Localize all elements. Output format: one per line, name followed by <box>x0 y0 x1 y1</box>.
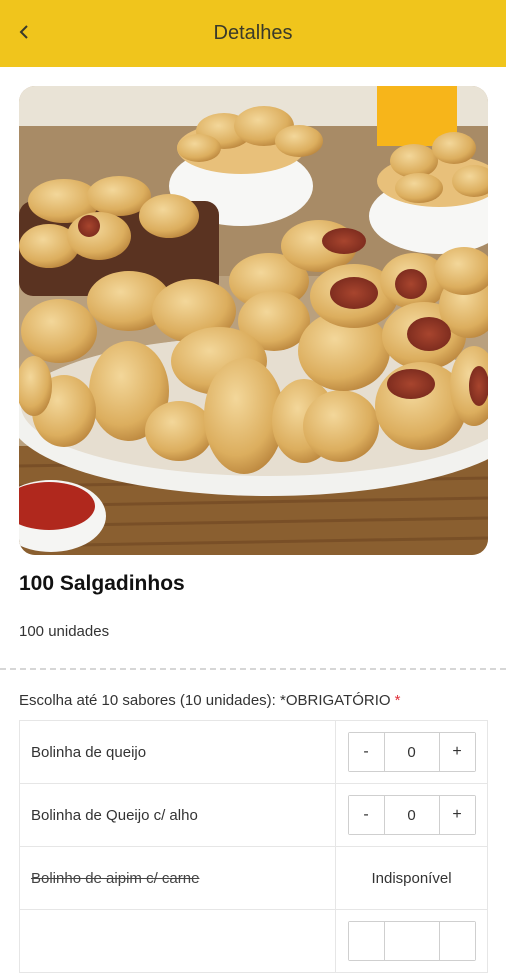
flavor-option-control: - 0 + <box>336 784 487 846</box>
flavor-option-name <box>20 910 336 972</box>
product-title: 100 Salgadinhos <box>19 572 185 595</box>
flavor-options-table: Bolinha de queijo - 0 + Bolinha de Queij… <box>19 720 488 973</box>
increment-button[interactable]: + <box>439 733 475 771</box>
increment-button[interactable]: + <box>439 796 475 834</box>
quantity-stepper <box>347 921 476 961</box>
decrement-button[interactable] <box>348 922 384 960</box>
quantity-value[interactable]: 0 <box>383 796 440 834</box>
unavailable-status: Indisponível <box>371 869 452 887</box>
decrement-button[interactable]: - <box>348 796 384 834</box>
quantity-value[interactable] <box>383 922 440 960</box>
required-indicator: * <box>394 692 401 709</box>
back-button[interactable] <box>10 18 38 50</box>
flavor-option-row <box>19 910 488 973</box>
flavors-section-label: Escolha até 10 sabores (10 unidades): *O… <box>19 692 400 709</box>
flavor-option-row: Bolinha de Queijo c/ alho - 0 + <box>19 784 488 847</box>
flavor-option-name: Bolinha de queijo <box>20 721 336 783</box>
flavor-option-row-unavailable: Bolinho de aipim c/ carne Indisponível <box>19 847 488 910</box>
app-header: Detalhes <box>0 0 506 67</box>
flavors-label-text: Escolha até 10 sabores (10 unidades): *O… <box>19 692 391 709</box>
flavor-option-control <box>336 910 487 972</box>
page-title: Detalhes <box>213 22 293 44</box>
increment-button[interactable] <box>439 922 475 960</box>
flavor-option-name-text: Bolinho de aipim c/ carne <box>31 869 200 887</box>
quantity-value[interactable]: 0 <box>383 733 440 771</box>
quantity-stepper: - 0 + <box>347 795 476 835</box>
product-description: 100 unidades <box>19 623 110 640</box>
flavor-option-name: Bolinha de Queijo c/ alho <box>20 784 336 846</box>
divider <box>0 668 506 670</box>
flavor-option-row: Bolinha de queijo - 0 + <box>19 721 488 784</box>
product-image <box>19 86 488 555</box>
quantity-stepper: - 0 + <box>347 732 476 772</box>
flavor-option-control: - 0 + <box>336 721 487 783</box>
decrement-button[interactable]: - <box>348 733 384 771</box>
chevron-left-icon <box>17 24 31 45</box>
